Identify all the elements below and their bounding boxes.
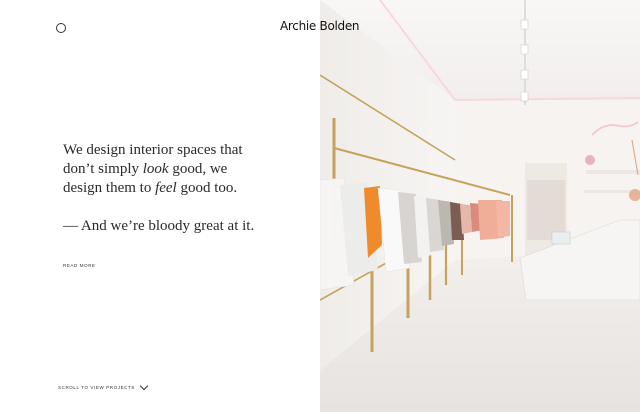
scroll-to-projects-link[interactable]: SCROLL TO VIEW PROJECTS [58,381,149,391]
tagline-line-3: design them to feel good too. [63,180,238,196]
tagline-line-2: don’t simply look good, we [63,161,228,177]
hero-tagline: We design interior spaces that don’t sim… [63,141,263,236]
brand-logo[interactable]: Archie Bolden [280,19,360,33]
chevron-down-icon [139,381,149,391]
scroll-label: SCROLL TO VIEW PROJECTS [58,385,135,390]
circle-menu-icon[interactable] [56,23,66,33]
left-panel: We design interior spaces that don’t sim… [0,0,320,412]
read-more-link[interactable]: READ MORE [63,263,96,268]
store-interior-photo [320,0,640,412]
tagline-line-4: — And we’re bloody great at it. [63,218,255,234]
tagline-line-1: We design interior spaces that [63,142,243,158]
